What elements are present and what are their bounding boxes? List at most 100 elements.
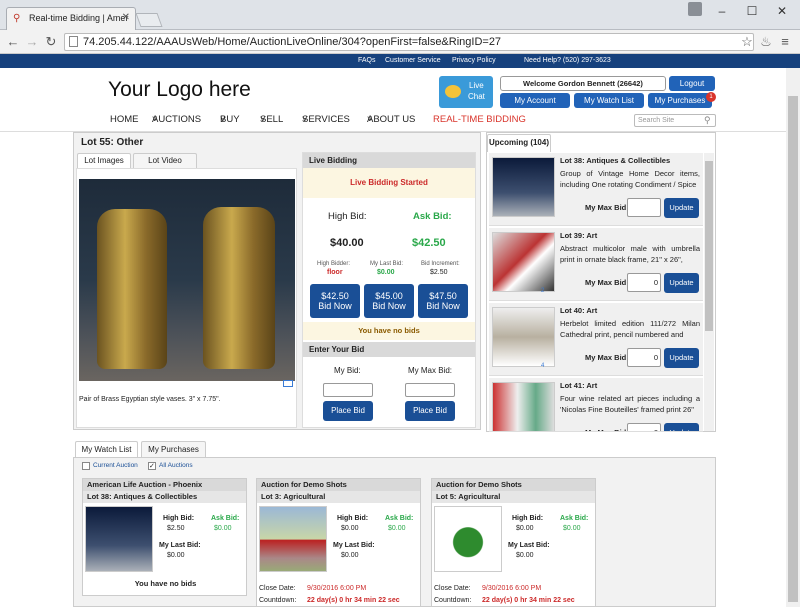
max-bid-input[interactable] — [627, 198, 661, 217]
countdown-label: Countdown: — [434, 597, 471, 604]
item-thumbnail[interactable] — [492, 382, 555, 432]
logout-button[interactable]: Logout — [669, 76, 715, 91]
bid-now-button-2[interactable]: $45.00Bid Now — [364, 284, 414, 318]
last-bid-value: $0.00 — [167, 552, 185, 559]
close-tab-icon[interactable]: ✕ — [122, 12, 130, 23]
ask-bid-value: $42.50 — [412, 237, 446, 249]
nav-services-label: SERVICES — [302, 114, 350, 125]
last-bid-label: My Last Bid: — [159, 542, 201, 549]
browser-tab[interactable]: ⚲ Real-time Bidding | Amer ✕ — [6, 7, 136, 30]
enter-bid-header: Enter Your Bid — [303, 342, 475, 357]
live-bidding-box: Live Bidding Live Bidding Started High B… — [302, 152, 476, 428]
tab-upcoming[interactable]: Upcoming (104) — [487, 134, 551, 152]
all-auctions-checkbox[interactable]: ✓ — [148, 462, 156, 470]
back-icon[interactable]: ← — [4, 33, 22, 51]
ask-bid-label: Ask Bid: — [385, 515, 413, 522]
nav-home[interactable]: HOME — [110, 114, 139, 125]
no-bids-notice: You have no bids — [303, 322, 475, 340]
countdown-value: 22 day(s) 0 hr 34 min 22 sec — [482, 597, 575, 604]
bid-now-button-1[interactable]: $42.50Bid Now — [310, 284, 360, 318]
last-bid-label: My Last Bid: — [370, 261, 403, 267]
scroll-thumb[interactable] — [705, 161, 713, 331]
live-chat-button[interactable]: Live Chat — [439, 76, 493, 108]
profile-icon[interactable] — [688, 2, 702, 16]
current-auction-checkbox[interactable] — [82, 462, 90, 470]
my-max-bid-input[interactable] — [405, 383, 455, 397]
max-bid-input[interactable]: 0 — [627, 423, 661, 432]
search-icon[interactable]: ⚲ — [704, 115, 711, 126]
place-max-bid-button[interactable]: Place Bid — [405, 401, 455, 421]
my-account-button[interactable]: My Account — [500, 93, 570, 108]
url-text: 74.205.44.122/AAAUsWeb/Home/AuctionLiveO… — [83, 36, 501, 48]
max-bid-input[interactable]: 0 — [627, 273, 661, 292]
card-image[interactable] — [85, 506, 153, 572]
address-bar[interactable]: 74.205.44.122/AAAUsWeb/Home/AuctionLiveO… — [64, 33, 754, 51]
close-date-value: 9/30/2016 6:00 PM — [482, 585, 541, 592]
last-bid-value: $0.00 — [516, 552, 534, 559]
tab-my-purchases[interactable]: My Purchases — [141, 441, 206, 457]
lot-main-image[interactable] — [79, 179, 295, 381]
bid-amount: $42.50 — [310, 291, 360, 301]
menu-icon[interactable]: ≡ — [776, 33, 794, 51]
update-button[interactable]: Update — [664, 273, 699, 293]
increment-label: Bid Increment: — [421, 261, 460, 267]
chat-label: Chat — [468, 92, 485, 101]
watch-card: Auction for Demo Shots Lot 3: Agricultur… — [256, 478, 421, 607]
item-thumbnail[interactable] — [492, 307, 555, 367]
chat-bubble-icon — [445, 85, 461, 98]
help-phone: Need Help? (520) 297-3623 — [524, 57, 611, 64]
item-thumbnail[interactable] — [492, 157, 555, 217]
close-date-value: 9/30/2016 6:00 PM — [307, 585, 366, 592]
privacy-link[interactable]: Privacy Policy — [452, 57, 496, 64]
card-image[interactable] — [434, 506, 502, 572]
tab-my-watch-list[interactable]: My Watch List — [75, 441, 138, 457]
maximize-icon[interactable]: ☐ — [740, 4, 764, 20]
forward-icon[interactable]: → — [23, 33, 41, 51]
my-bid-label: My Bid: — [334, 366, 361, 375]
item-thumbnail[interactable] — [492, 232, 555, 292]
update-button[interactable]: Update — [664, 198, 699, 218]
no-bids-note: You have no bids — [83, 579, 248, 588]
page-scroll-thumb[interactable] — [788, 96, 798, 602]
card-lot-title: Lot 3: Agricultural — [257, 491, 420, 503]
chevron-down-icon: ˅ — [302, 114, 308, 125]
upcoming-item: 2 Lot 39: Art Abstract multicolor male w… — [489, 228, 703, 301]
my-watch-list-button[interactable]: My Watch List — [574, 93, 644, 108]
ask-bid-label: Ask Bid: — [211, 515, 239, 522]
item-desc: Group of Vintage Home Decor items, inclu… — [560, 168, 700, 190]
max-bid-input[interactable]: 0 — [627, 348, 661, 367]
customer-service-link[interactable]: Customer Service — [385, 57, 441, 64]
bid-now-label: Bid Now — [364, 301, 414, 311]
faqs-link[interactable]: FAQs — [358, 57, 376, 64]
last-bid-value: $0.00 — [341, 552, 359, 559]
place-bid-button[interactable]: Place Bid — [323, 401, 373, 421]
tab-lot-images[interactable]: Lot Images — [77, 153, 131, 168]
photo-count: 2 — [541, 288, 544, 294]
item-desc: Abstract multicolor male with umbrella p… — [560, 243, 700, 265]
update-button[interactable]: Update — [664, 348, 699, 368]
minimize-icon[interactable]: – — [710, 4, 734, 20]
upcoming-item: Lot 38: Antiques & Collectibles Group of… — [489, 153, 703, 226]
chevron-down-icon: ˅ — [220, 114, 226, 125]
star-icon[interactable]: ☆ — [738, 33, 756, 51]
bid-now-button-3[interactable]: $47.50Bid Now — [418, 284, 468, 318]
extension-icon[interactable]: ♨ — [757, 33, 775, 51]
update-button[interactable]: Update — [664, 423, 699, 432]
vase-shape — [97, 209, 167, 369]
site-logo[interactable]: Your Logo here — [108, 78, 251, 102]
page-scrollbar[interactable] — [786, 68, 800, 607]
upcoming-scrollbar[interactable] — [704, 153, 714, 431]
bid-amount: $47.50 — [418, 291, 468, 301]
close-window-icon[interactable]: ✕ — [770, 4, 794, 20]
nav-realtime-bidding[interactable]: REAL-TIME BIDDING — [433, 114, 526, 125]
new-tab-button[interactable] — [135, 13, 162, 27]
my-bid-input[interactable] — [323, 383, 373, 397]
max-bid-label: My Max Bid — [585, 278, 626, 287]
ask-bid-label: Ask Bid: — [560, 515, 588, 522]
reload-icon[interactable]: ↻ — [42, 33, 60, 51]
tab-lot-video[interactable]: Lot Video — [133, 153, 197, 168]
my-purchases-button[interactable]: My Purchases — [648, 93, 712, 108]
ask-bid-label: Ask Bid: — [413, 211, 452, 222]
card-image[interactable] — [259, 506, 327, 572]
camera-icon[interactable] — [283, 380, 293, 387]
